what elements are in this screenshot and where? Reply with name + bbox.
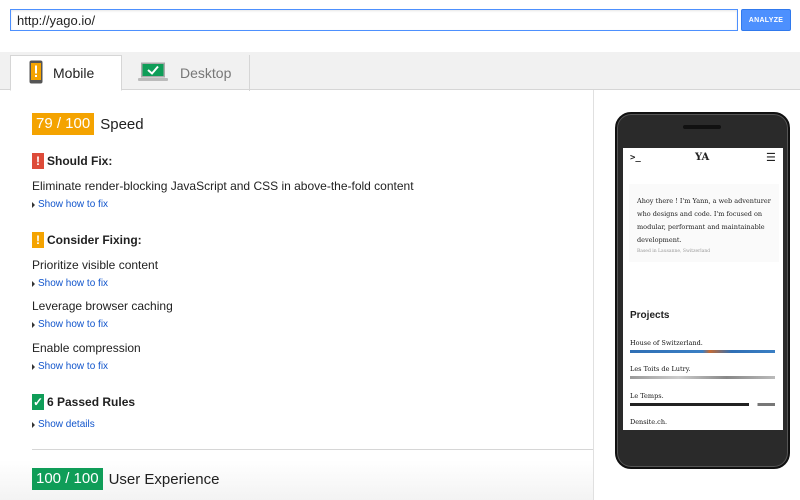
device-tabs: Mobile Desktop — [0, 52, 800, 91]
rule-enable-compression: Enable compression — [32, 341, 141, 355]
exclamation-icon: ! — [32, 153, 44, 169]
consider-fixing-heading: ! Consider Fixing: — [32, 232, 142, 248]
project-item: Le Temps. — [630, 392, 664, 400]
rule-render-blocking: Eliminate render-blocking JavaScript and… — [32, 179, 414, 193]
expand-triangle-icon — [32, 280, 35, 287]
desktop-check-icon — [138, 62, 168, 85]
expand-triangle-icon — [32, 321, 35, 328]
site-logo: YA — [695, 152, 710, 163]
location-text: Based in Lausanne, Switzerland — [637, 249, 711, 254]
project-item: Les Toits de Lutry. — [630, 365, 691, 373]
show-how-to-fix-link[interactable]: Show how to fix — [32, 278, 108, 289]
tab-mobile[interactable]: Mobile — [10, 55, 122, 91]
passed-rules-title: 6 Passed Rules — [47, 395, 136, 409]
intro-text: Ahoy there ! I'm Yann, a web adventurer … — [637, 197, 771, 244]
should-fix-title: Should Fix: — [47, 154, 113, 168]
projects-title: Projects — [630, 310, 670, 321]
tab-desktop[interactable]: Desktop — [121, 55, 250, 91]
tab-desktop-label: Desktop — [180, 65, 232, 81]
project-thumbnail — [630, 376, 775, 379]
hamburger-icon: ☰ — [766, 152, 776, 164]
link-label: Show how to fix — [38, 319, 109, 330]
expand-triangle-icon — [32, 201, 35, 208]
tab-mobile-label: Mobile — [53, 65, 95, 81]
preview-header: >_ YA ☰ — [623, 148, 783, 170]
project-item: Densite.ch. — [630, 418, 668, 426]
rule-prioritize-visible: Prioritize visible content — [32, 258, 159, 272]
expand-triangle-icon — [32, 363, 35, 370]
results-panel — [0, 90, 593, 500]
analyze-button[interactable]: ANALYZE — [741, 9, 791, 31]
show-details-link[interactable]: Show details — [32, 419, 95, 430]
should-fix-heading: ! Should Fix: — [32, 153, 112, 169]
project-item: House of Switzerland. — [630, 339, 703, 347]
link-label: Show how to fix — [38, 199, 109, 210]
consider-fixing-title: Consider Fixing: — [47, 233, 142, 247]
terminal-icon: >_ — [630, 153, 641, 163]
checkmark-icon: ✓ — [32, 394, 44, 410]
phone-speaker — [683, 125, 721, 129]
rule-browser-caching: Leverage browser caching — [32, 299, 173, 313]
ux-label: User Experience — [108, 470, 220, 488]
link-label: Show how to fix — [38, 361, 109, 372]
show-how-to-fix-link[interactable]: Show how to fix — [32, 199, 108, 210]
url-bar: ANALYZE — [0, 0, 800, 42]
url-input[interactable] — [10, 9, 738, 31]
passed-rules-heading: ✓ 6 Passed Rules — [32, 394, 135, 410]
show-how-to-fix-link[interactable]: Show how to fix — [32, 361, 108, 372]
link-label: Show how to fix — [38, 278, 109, 289]
speed-score-row: 79 / 100 Speed — [32, 113, 144, 135]
speed-label: Speed — [100, 115, 144, 133]
ux-score-badge: 100 / 100 — [32, 468, 103, 490]
ux-score-row: 100 / 100 User Experience — [32, 468, 219, 490]
exclamation-icon: ! — [32, 232, 44, 248]
speed-score-badge: 79 / 100 — [32, 113, 95, 135]
mobile-warning-icon — [29, 60, 43, 87]
show-how-to-fix-link[interactable]: Show how to fix — [32, 319, 108, 330]
project-thumbnail — [630, 350, 775, 353]
link-label: Show details — [38, 419, 95, 430]
expand-triangle-icon — [32, 421, 35, 428]
project-thumbnail — [630, 403, 775, 406]
section-divider — [32, 449, 593, 450]
phone-screen: >_ YA ☰ Ahoy there ! I'm Yann, a web adv… — [623, 148, 783, 430]
